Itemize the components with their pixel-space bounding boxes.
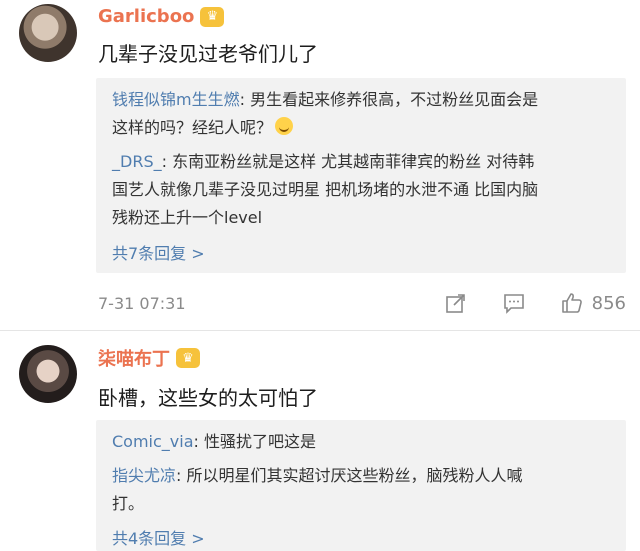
reply-line: 这样的吗？经纪人呢？ (112, 114, 294, 142)
reply-text: : 性骚扰了吧这是 (193, 432, 316, 451)
reply-text: 打。 (112, 494, 145, 513)
timestamp: 7-31 07:31 (98, 293, 186, 313)
like-count: 856 (591, 292, 626, 314)
more-replies-link[interactable]: 共7条回复 > (112, 240, 205, 264)
smile-emoji-icon (275, 117, 294, 135)
divider (0, 330, 640, 331)
reply-line: 打。 (112, 490, 144, 518)
reply-text: : 所以明星们其实超讨厌这些粉丝，脑残粉人人喊 (176, 466, 523, 485)
crown-badge-icon: ♛ (200, 6, 225, 27)
thumbs-up-icon[interactable] (558, 289, 586, 317)
share-icon[interactable] (442, 289, 470, 317)
reply-box: Comic_via: 性骚扰了吧这是 指尖尤凉: 所以明星们其实超讨厌这些粉丝，… (96, 420, 626, 551)
reply-line: 钱程似锦m生生燃: 男生看起来修养很高，不过粉丝见面会是 (112, 86, 538, 114)
avatar[interactable] (19, 345, 77, 403)
reply-line: 国艺人就像几辈子没见过明星 把机场堵的水泄不通 比国内脑 (112, 176, 538, 204)
reply-box: 钱程似锦m生生燃: 男生看起来修养很高，不过粉丝见面会是 这样的吗？经纪人呢？ … (96, 78, 626, 273)
comment-text: 卧槽，这些女的太可怕了 (98, 386, 318, 410)
crown-badge-icon: ♛ (176, 348, 200, 368)
comment-text: 几辈子没见过老爷们儿了 (98, 42, 318, 66)
reply-text: : 男生看起来修养很高，不过粉丝见面会是 (239, 90, 539, 109)
reply-username[interactable]: _DRS_ (112, 152, 162, 171)
reply-username[interactable]: Comic_via (112, 432, 194, 451)
reply-line: 指尖尤凉: 所以明星们其实超讨厌这些粉丝，脑残粉人人喊 (112, 462, 523, 490)
reply-username[interactable]: 指尖尤凉 (112, 466, 176, 485)
more-replies-link[interactable]: 共4条回复 > (112, 525, 205, 549)
comment-username[interactable]: Garlicboo ♛ (98, 6, 225, 27)
reply-text: 这样的吗？经纪人呢？ (112, 118, 273, 137)
reply-line: 残粉还上升一个level (112, 204, 262, 232)
avatar[interactable] (19, 4, 77, 62)
reply-text: 残粉还上升一个level (112, 208, 263, 227)
reply-text: : 东南亚粉丝就是这样 尤其越南菲律宾的粉丝 对待韩 (161, 152, 535, 171)
reply-username[interactable]: 钱程似锦m生生燃 (112, 90, 240, 109)
username-text[interactable]: 柒喵布丁 (98, 345, 170, 371)
comment-footer: 7-31 07:31 856 (98, 288, 626, 318)
reply-text: 国艺人就像几辈子没见过明星 把机场堵的水泄不通 比国内脑 (112, 180, 539, 199)
comment-username[interactable]: 柒喵布丁 ♛ (98, 345, 200, 371)
reply-line: _DRS_: 东南亚粉丝就是这样 尤其越南菲律宾的粉丝 对待韩 (112, 148, 534, 176)
reply-line: Comic_via: 性骚扰了吧这是 (112, 428, 316, 456)
username-text[interactable]: Garlicboo (98, 6, 194, 27)
comment-icon[interactable] (500, 289, 528, 317)
